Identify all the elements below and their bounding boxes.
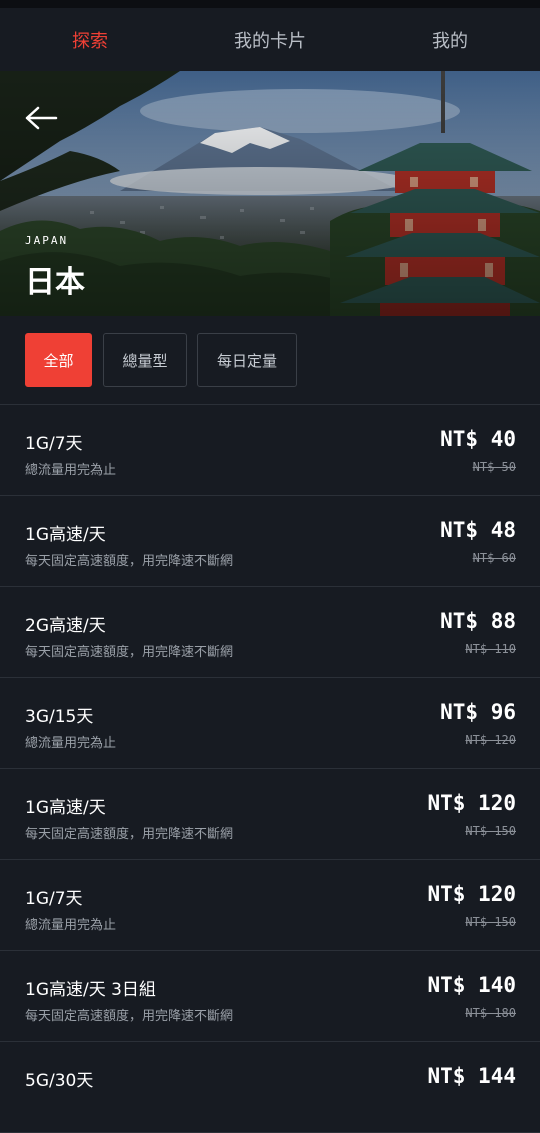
top-tab-bar: 探索 我的卡片 我的 xyxy=(0,8,540,71)
plan-name: 2G高速/天 xyxy=(25,616,106,636)
list-item[interactable]: 3G/15天 總流量用完為止 NT$ 96 NT$ 120 xyxy=(0,678,540,769)
plan-description: 每天固定高速額度，用完降速不斷網 xyxy=(25,645,234,660)
plan-description: 每天固定高速額度，用完降速不斷網 xyxy=(25,554,234,569)
tab-explore[interactable]: 探索 xyxy=(0,27,180,53)
plan-original-price: NT$ 120 xyxy=(465,733,516,747)
plan-original-price: NT$ 110 xyxy=(465,642,516,656)
plan-price: NT$ 140 xyxy=(427,973,516,997)
plan-name: 5G/30天 xyxy=(25,1071,94,1091)
plan-description: 總流量用完為止 xyxy=(25,918,117,933)
plan-price: NT$ 144 xyxy=(427,1064,516,1088)
plan-price: NT$ 120 xyxy=(427,882,516,906)
plan-price: NT$ 96 xyxy=(440,700,516,724)
plan-price: NT$ 40 xyxy=(440,427,516,451)
plan-name: 1G高速/天 xyxy=(25,525,106,545)
plan-original-price: NT$ 150 xyxy=(465,824,516,838)
plan-list: 1G/7天 總流量用完為止 NT$ 40 NT$ 50 1G高速/天 每天固定高… xyxy=(0,405,540,1133)
filter-daily-button[interactable]: 每日定量 xyxy=(197,333,297,387)
plan-name: 1G高速/天 3日組 xyxy=(25,980,156,1000)
plan-filter-bar: 全部 總量型 每日定量 xyxy=(0,316,540,405)
plan-original-price: NT$ 50 xyxy=(472,460,516,474)
filter-all-button[interactable]: 全部 xyxy=(25,333,92,387)
status-bar xyxy=(0,0,540,8)
plan-name: 1G/7天 xyxy=(25,889,83,909)
plan-price: NT$ 88 xyxy=(440,609,516,633)
list-item[interactable]: 5G/30天 NT$ 144 xyxy=(0,1042,540,1133)
plan-original-price: NT$ 150 xyxy=(465,915,516,929)
list-item[interactable]: 1G高速/天 每天固定高速額度，用完降速不斷網 NT$ 48 NT$ 60 xyxy=(0,496,540,587)
tab-me[interactable]: 我的 xyxy=(360,27,540,53)
plan-original-price: NT$ 180 xyxy=(465,1006,516,1020)
plan-description: 每天固定高速額度，用完降速不斷網 xyxy=(25,827,234,842)
arrow-left-icon[interactable] xyxy=(22,103,62,133)
list-item[interactable]: 1G高速/天 每天固定高速額度，用完降速不斷網 NT$ 120 NT$ 150 xyxy=(0,769,540,860)
plan-name: 1G高速/天 xyxy=(25,798,106,818)
plan-name: 1G/7天 xyxy=(25,434,83,454)
list-item[interactable]: 2G高速/天 每天固定高速額度，用完降速不斷網 NT$ 88 NT$ 110 xyxy=(0,587,540,678)
list-item[interactable]: 1G/7天 總流量用完為止 NT$ 120 NT$ 150 xyxy=(0,860,540,951)
plan-description: 總流量用完為止 xyxy=(25,463,117,478)
country-title: 日本 xyxy=(25,265,85,300)
hero-banner: JAPAN 日本 xyxy=(0,71,540,316)
country-english-label: JAPAN xyxy=(25,234,69,247)
list-item[interactable]: 1G高速/天 3日組 每天固定高速額度，用完降速不斷網 NT$ 140 NT$ … xyxy=(0,951,540,1042)
plan-price: NT$ 120 xyxy=(427,791,516,815)
plan-price: NT$ 48 xyxy=(440,518,516,542)
tab-my-cards[interactable]: 我的卡片 xyxy=(180,27,360,53)
filter-total-data-button[interactable]: 總量型 xyxy=(103,333,187,387)
plan-original-price: NT$ 60 xyxy=(472,551,516,565)
plan-name: 3G/15天 xyxy=(25,707,94,727)
list-item[interactable]: 1G/7天 總流量用完為止 NT$ 40 NT$ 50 xyxy=(0,405,540,496)
plan-description: 總流量用完為止 xyxy=(25,736,117,751)
plan-description: 每天固定高速額度，用完降速不斷網 xyxy=(25,1009,234,1024)
